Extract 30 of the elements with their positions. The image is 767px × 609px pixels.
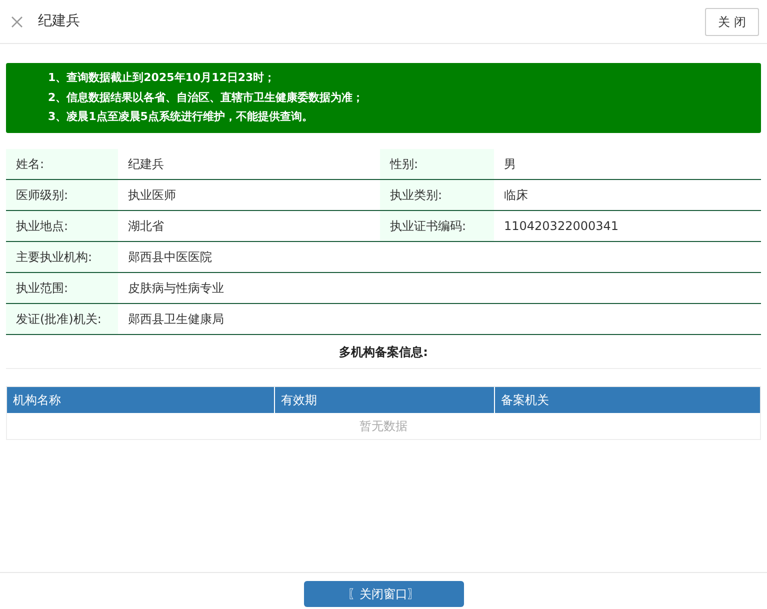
field-label: 执业类别:: [380, 180, 494, 210]
close-window-button[interactable]: 〖关闭窗口〗: [304, 581, 464, 607]
section-title: 多机构备案信息:: [339, 344, 428, 360]
notice-text: 2、信息数据结果以各省、自治区、直辖市卫生健康委数据为准；: [48, 90, 365, 106]
field-label: 性别:: [380, 149, 494, 179]
column-header: 有效期: [274, 387, 494, 413]
window-title: 纪建兵: [38, 12, 80, 31]
field-label: 执业范围:: [6, 273, 118, 303]
field-value: 湖北省: [127, 218, 165, 235]
close-button[interactable]: 关 闭: [705, 8, 759, 36]
field-value: 110420322000341: [503, 218, 620, 235]
notice-text: 3、凌晨1点至凌晨5点系统进行维护，不能提供查询。: [48, 109, 314, 126]
column-header: 备案机关: [494, 387, 760, 413]
empty-message: 暂无数据: [360, 418, 408, 435]
close-icon[interactable]: [10, 14, 24, 28]
field-label: 主要执业机构:: [6, 242, 118, 272]
field-label: 姓名:: [6, 149, 118, 179]
field-value: 男: [503, 156, 517, 173]
field-label: 执业证书编码:: [380, 211, 494, 241]
field-value: 郧西县中医医院: [127, 249, 213, 266]
field-label: 执业地点:: [6, 211, 118, 241]
field-label: 发证(批准)机关:: [6, 304, 118, 334]
field-label: 医师级别:: [6, 180, 118, 210]
field-value: 纪建兵: [127, 156, 165, 173]
field-value: 郧西县卫生健康局: [127, 311, 225, 328]
field-value: 皮肤病与性病专业: [127, 280, 225, 297]
field-value: 临床: [503, 187, 529, 204]
column-header: 机构名称: [12, 392, 62, 409]
notice-text: 1、查询数据截止到2025年10月12日23时；: [48, 70, 276, 86]
field-value: 执业医师: [127, 187, 177, 204]
